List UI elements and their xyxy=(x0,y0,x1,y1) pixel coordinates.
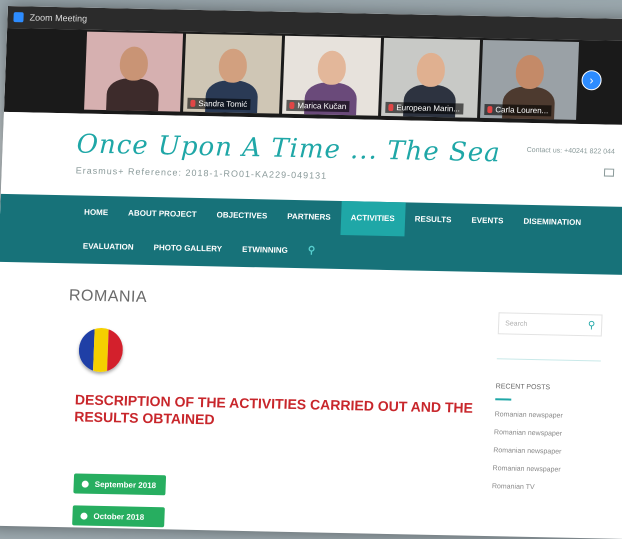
page-heading: ROMANIA xyxy=(68,287,148,306)
description-heading: DESCRIPTION OF THE ACTIVITIES CARRIED OU… xyxy=(73,391,474,428)
site-header: Once Upon A Time ... The Sea Erasmus+ Re… xyxy=(0,111,622,208)
nav-item-photo-gallery[interactable]: PHOTO GALLERY xyxy=(143,231,233,267)
divider xyxy=(496,358,601,362)
flag-stripe xyxy=(107,328,124,373)
participant-video-tile[interactable]: European Marin... xyxy=(381,37,481,118)
erasmus-reference: Erasmus+ Reference: 2018-1-RO01-KA229-04… xyxy=(75,165,328,181)
button-label: September 2018 xyxy=(94,479,157,490)
site-title[interactable]: Once Upon A Time ... The Sea xyxy=(76,129,501,168)
recent-posts-title: RECENT POSTS xyxy=(495,383,551,392)
participant-name: European Marin... xyxy=(385,101,464,115)
participant-video-tile[interactable]: Marica Kučan xyxy=(282,35,382,116)
sidebar-search-input[interactable]: Search ⚲ xyxy=(497,312,603,337)
contact-info: Contact us: +40241 822 044 xyxy=(526,146,615,156)
nav-item-events[interactable]: EVENTS xyxy=(461,204,514,239)
next-page-button[interactable]: › xyxy=(581,70,602,91)
october-2018-button[interactable]: October 2018 xyxy=(72,505,165,528)
mic-muted-icon xyxy=(388,104,394,112)
circle-icon xyxy=(81,480,89,488)
participant-name-text: Carla Louren... xyxy=(495,105,549,116)
nav-item-disemination[interactable]: DISEMINATION xyxy=(513,205,592,241)
recent-post-link[interactable]: Romanian newspaper xyxy=(494,429,604,438)
participant-face xyxy=(317,50,347,86)
participant-face xyxy=(416,52,446,88)
mic-muted-icon xyxy=(289,102,295,110)
nav-item-partners[interactable]: PARTNERS xyxy=(277,200,342,235)
participant-name: Sandra Tomić xyxy=(187,97,251,111)
main-nav: HOME ABOUT PROJECT OBJECTIVES PARTNERS ACTIV… xyxy=(0,193,622,276)
nav-item-evaluation[interactable]: EVALUATION xyxy=(72,229,144,264)
video-strip: Sandra Tomić Marica Kučan European Marin..… xyxy=(3,27,622,126)
romania-flag xyxy=(78,327,124,373)
recent-post-link[interactable]: Romanian newspaper xyxy=(495,411,605,420)
participant-name-text: European Marin... xyxy=(396,103,461,114)
nav-item-activities[interactable]: ACTIVITIES xyxy=(340,200,406,237)
mail-icon[interactable] xyxy=(603,168,615,177)
nav-item-objectives[interactable]: OBJECTIVES xyxy=(206,198,278,233)
search-placeholder: Search xyxy=(505,320,528,328)
recent-post-link[interactable]: Romanian newspaper xyxy=(492,465,602,474)
mic-muted-icon xyxy=(487,106,493,114)
nav-item-etwinning[interactable]: ETWINNING xyxy=(231,233,298,268)
zoom-logo-icon xyxy=(13,12,24,23)
nav-item-home[interactable]: HOME xyxy=(73,195,118,230)
circle-icon xyxy=(80,512,88,520)
sidebar: Search ⚲ RECENT POSTS Romanian newspaper… xyxy=(492,312,609,492)
participant-face xyxy=(119,46,149,81)
participant-body xyxy=(105,78,160,112)
recent-posts-list: Romanian newspaper Romanian newspaper Roma… xyxy=(492,411,605,492)
participant-video-tile[interactable]: Carla Louren... xyxy=(480,39,580,120)
nav-item-results[interactable]: RESULTS xyxy=(404,202,462,237)
participant-name: Carla Louren... xyxy=(484,103,552,117)
search-icon[interactable]: ⚲ xyxy=(587,315,596,337)
nav-item-about-project[interactable]: ABOUT PROJECT xyxy=(117,196,207,232)
monitor-screen: Zoom Meeting Sandra Tomić Marica Kučan Eur… xyxy=(0,6,622,539)
participant-name: Marica Kučan xyxy=(286,99,350,113)
recent-post-link[interactable]: Romanian TV xyxy=(492,483,602,492)
divider xyxy=(495,398,512,401)
september-2018-button[interactable]: September 2018 xyxy=(73,473,167,496)
participant-video-tile[interactable]: Sandra Tomić xyxy=(183,33,283,114)
nav-search-icon[interactable]: ⚲ xyxy=(297,234,326,269)
mic-muted-icon xyxy=(190,100,196,108)
recent-post-link[interactable]: Romanian newspaper xyxy=(493,447,603,456)
participant-face xyxy=(515,54,545,90)
participant-video-tile[interactable] xyxy=(84,31,184,112)
participant-name-text: Marica Kučan xyxy=(297,101,347,112)
button-label: October 2018 xyxy=(93,511,145,522)
participant-face xyxy=(218,48,248,83)
zoom-title: Zoom Meeting xyxy=(29,12,88,24)
participant-name-text: Sandra Tomić xyxy=(198,98,248,110)
